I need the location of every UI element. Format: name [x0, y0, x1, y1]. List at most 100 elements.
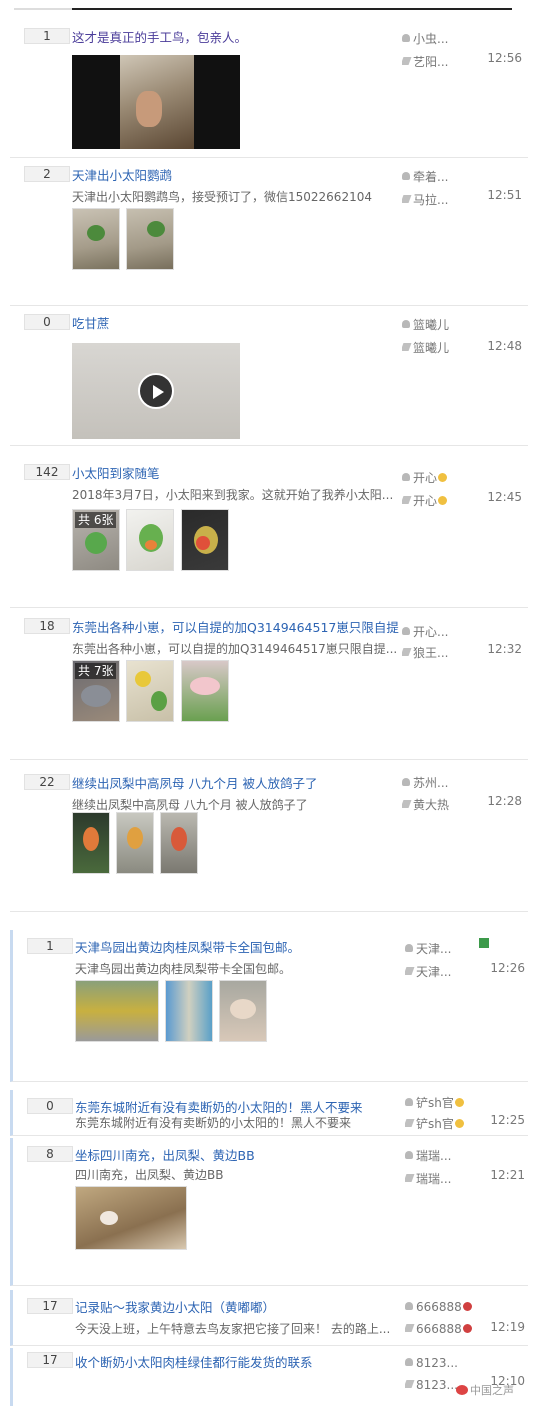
thread-item[interactable]: 2 天津出小太阳鹦鹉 天津出小太阳鹦鹉鸟，接受预订了，微信15022662104…: [10, 158, 528, 306]
photo-thumbnail[interactable]: [72, 812, 110, 874]
thread-item[interactable]: 17 记录贴～我家黄边小太阳（黄嘟嘟） 今天没上班，上午特意去鸟友家把它接了回来…: [10, 1290, 528, 1346]
emoji-icon: [454, 1098, 464, 1107]
photo-thumbnail[interactable]: [126, 660, 174, 722]
reply-count-badge: 1: [27, 938, 73, 954]
thread-title-link[interactable]: 天津鸟园出黄边肉桂凤梨带卡全国包邮。: [75, 937, 405, 956]
reply-count-badge: 18: [24, 618, 70, 634]
author-name[interactable]: 天津...: [405, 940, 475, 957]
last-replier-name[interactable]: 篮曦儿: [402, 339, 472, 356]
photo-thumbnail[interactable]: [160, 812, 198, 874]
photo-thumbnail[interactable]: [126, 509, 174, 571]
photo-count-label: 共 7张: [75, 663, 117, 679]
reply-count-badge: 8: [27, 1146, 73, 1162]
thread-item[interactable]: 1 这才是真正的手工鸟，包亲人。 小虫... 艺阳... 12:56: [10, 20, 528, 158]
thread-item[interactable]: 22 继续出凤梨中高夙母 八九个月 被人放鸽子了 继续出凤梨中高夙母 八九个月 …: [10, 766, 528, 912]
thread-summary: 继续出凤梨中高夙母 八九个月 被人放鸽子了: [72, 798, 308, 812]
emoji-icon: [438, 473, 448, 482]
thread-summary: 今天没上班，上午特意去鸟友家把它接了回来！ 去的路上...: [75, 1322, 391, 1336]
user-icon: [402, 172, 410, 180]
play-icon[interactable]: [138, 373, 174, 409]
last-reply-time: 12:48: [487, 339, 522, 353]
user-icon: [405, 1151, 413, 1159]
author-name[interactable]: 牵着...: [402, 168, 472, 185]
pen-icon: [405, 1380, 415, 1388]
pen-icon: [405, 967, 415, 975]
last-replier-name[interactable]: 马拉...: [402, 191, 472, 208]
photo-thumbnail[interactable]: 共 6张: [72, 509, 120, 571]
last-replier-name[interactable]: 狼王...: [402, 644, 472, 661]
author-name[interactable]: 8123...: [405, 1356, 475, 1370]
thread-item[interactable]: 0 东莞东城附近有没有卖断奶的小太阳的！黑人不要来 东莞东城附近有没有卖断奶的小…: [10, 1090, 528, 1136]
last-replier-name[interactable]: 瑞瑞...: [405, 1170, 475, 1187]
reply-count-badge: 22: [24, 774, 70, 790]
reply-count-badge: 17: [27, 1298, 73, 1314]
photo-thumbnail[interactable]: [126, 208, 174, 270]
author-name[interactable]: 苏州...: [402, 774, 472, 791]
thread-item[interactable]: 142 小太阳到家随笔 2018年3月7日，小太阳来到我家。这就开始了我养小太阳…: [10, 456, 528, 608]
pen-icon: [402, 496, 412, 504]
emoji-icon: [462, 1324, 472, 1333]
author-name[interactable]: 开心...: [402, 623, 472, 640]
photo-thumbnail[interactable]: [116, 812, 154, 874]
reply-count-badge: 142: [24, 464, 70, 480]
thread-title-link[interactable]: 收个断奶小太阳肉桂绿佳都行能发货的联系: [75, 1352, 405, 1371]
pen-icon: [405, 1174, 415, 1182]
last-reply-time: 12:32: [487, 642, 522, 656]
last-replier-name[interactable]: 铲sh官: [405, 1115, 475, 1132]
thread-item[interactable]: 8 坐标四川南充，出凤梨、黄边BB 四川南充，出凤梨、黄边BB 瑞瑞... 瑞瑞…: [10, 1138, 528, 1286]
top-divider-fade: [14, 8, 72, 10]
thread-item[interactable]: 1 天津鸟园出黄边肉桂凤梨带卡全国包邮。 天津鸟园出黄边肉桂凤梨带卡全国包邮。 …: [10, 930, 528, 1082]
user-icon: [405, 1302, 413, 1310]
author-name[interactable]: 篮曦儿: [402, 316, 472, 333]
reply-count-badge: 1: [24, 28, 70, 44]
thread-title-link[interactable]: 继续出凤梨中高夙母 八九个月 被人放鸽子了: [72, 773, 402, 792]
author-name[interactable]: 瑞瑞...: [405, 1147, 475, 1164]
photo-thumbnail[interactable]: [75, 980, 159, 1042]
last-reply-time: 12:51: [487, 188, 522, 202]
photo-thumbnail[interactable]: [181, 509, 229, 571]
thread-summary: 四川南充，出凤梨、黄边BB: [75, 1168, 224, 1182]
user-icon: [402, 627, 410, 635]
thread-title-link[interactable]: 这才是真正的手工鸟，包亲人。: [72, 27, 402, 46]
photo-thumbnail[interactable]: [165, 980, 213, 1042]
emoji-icon: [438, 496, 448, 505]
author-name[interactable]: 小虫...: [402, 30, 472, 47]
thread-item[interactable]: 18 东莞出各种小崽，可以自提的加Q3149464517崽只限自提 东莞出各种小…: [10, 610, 528, 760]
thread-item[interactable]: 0 吃甘蔗 篮曦儿 篮曦儿 12:48: [10, 306, 528, 446]
photo-thumbnail[interactable]: [72, 208, 120, 270]
pen-icon: [402, 800, 412, 808]
thread-item[interactable]: 17 收个断奶小太阳肉桂绿佳都行能发货的联系 8123... 8123... 1…: [10, 1348, 528, 1406]
pen-icon: [402, 57, 412, 65]
photo-thumbnail[interactable]: [181, 660, 229, 722]
user-icon: [405, 1358, 413, 1366]
last-reply-time: 12:56: [487, 51, 522, 65]
last-replier-name[interactable]: 开心: [402, 492, 472, 509]
last-replier-name[interactable]: 艺阳...: [402, 53, 472, 70]
thread-title-link[interactable]: 小太阳到家随笔: [72, 463, 402, 482]
photo-thumbnail[interactable]: 共 7张: [72, 660, 120, 722]
thread-summary: 天津出小太阳鹦鹉鸟，接受预订了，微信15022662104: [72, 190, 372, 204]
thread-summary: 2018年3月7日，小太阳来到我家。这就开始了我养小太阳...: [72, 488, 394, 502]
reply-count-badge: 0: [27, 1098, 73, 1114]
author-name[interactable]: 666888: [405, 1300, 475, 1314]
thread-title-link[interactable]: 记录贴～我家黄边小太阳（黄嘟嘟）: [75, 1297, 405, 1316]
photo-thumbnail[interactable]: [75, 1186, 187, 1250]
link-share-icon[interactable]: [479, 938, 489, 948]
last-replier-name[interactable]: 天津...: [405, 963, 475, 980]
last-replier-name[interactable]: 666888: [405, 1322, 475, 1336]
reply-count-badge: 17: [27, 1352, 73, 1368]
video-thumbnail[interactable]: [72, 55, 240, 149]
thread-title-link[interactable]: 东莞出各种小崽，可以自提的加Q3149464517崽只限自提: [72, 617, 402, 636]
user-icon: [402, 778, 410, 786]
video-thumbnail[interactable]: [72, 343, 240, 439]
hand-shape: [136, 91, 162, 127]
author-name[interactable]: 开心: [402, 469, 472, 486]
thread-title-link[interactable]: 天津出小太阳鹦鹉: [72, 165, 402, 184]
pen-icon: [402, 195, 412, 203]
last-replier-name[interactable]: 黄大热: [402, 796, 472, 813]
thread-title-link[interactable]: 坐标四川南充，出凤梨、黄边BB: [75, 1145, 405, 1164]
last-reply-time: 12:21: [490, 1168, 525, 1182]
author-name[interactable]: 铲sh官: [405, 1094, 475, 1111]
thread-title-link[interactable]: 吃甘蔗: [72, 313, 402, 332]
photo-thumbnail[interactable]: [219, 980, 267, 1042]
